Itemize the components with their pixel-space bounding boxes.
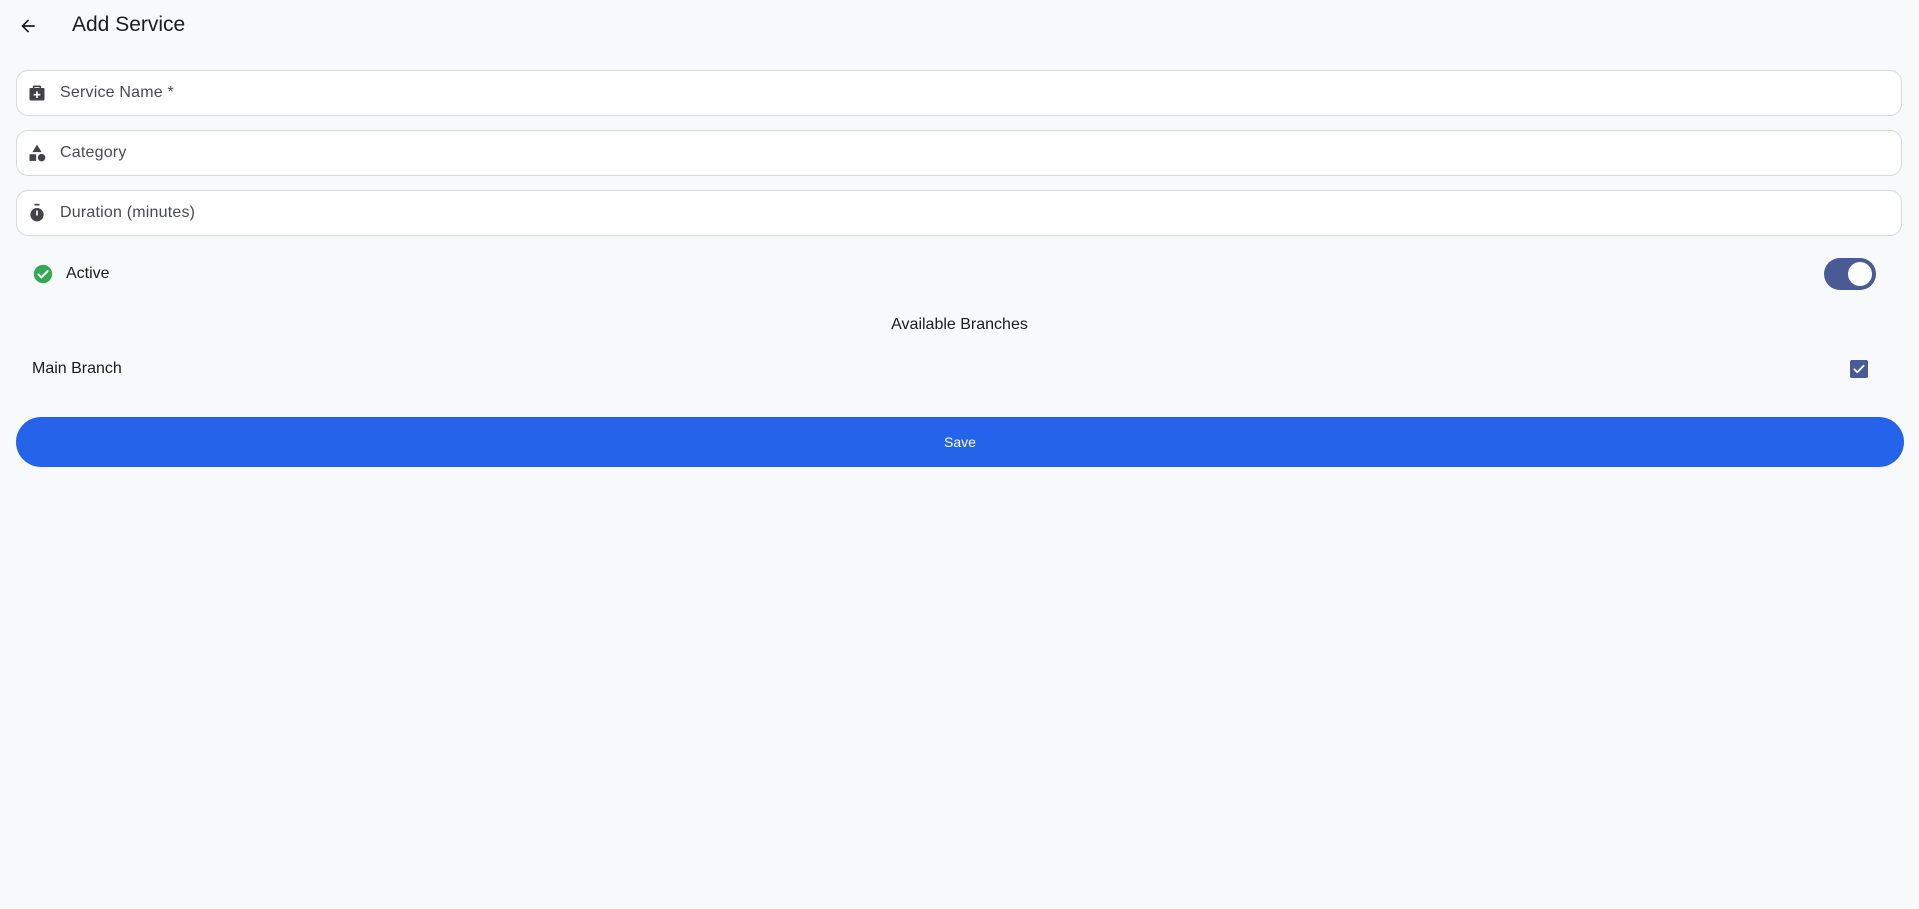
save-button[interactable]: Save bbox=[16, 417, 1904, 467]
check-circle-icon bbox=[33, 264, 53, 284]
back-button[interactable] bbox=[14, 12, 42, 40]
checkmark-icon bbox=[1853, 364, 1865, 374]
available-branches-title: Available Branches bbox=[891, 316, 1028, 333]
category-field[interactable]: Category bbox=[16, 130, 1902, 176]
duration-field[interactable]: Duration (minutes) bbox=[16, 190, 1902, 236]
app-bar: Add Service bbox=[0, 0, 1919, 52]
category-shapes-icon bbox=[26, 142, 48, 164]
active-toggle[interactable] bbox=[1824, 258, 1876, 290]
page-title: Add Service bbox=[72, 13, 186, 36]
branch-checkbox[interactable] bbox=[1850, 360, 1868, 378]
branch-label: Main Branch bbox=[32, 360, 122, 377]
medical-bag-icon bbox=[26, 82, 48, 104]
timer-icon bbox=[26, 202, 48, 224]
duration-placeholder: Duration (minutes) bbox=[60, 204, 196, 221]
active-label: Active bbox=[66, 265, 110, 282]
category-placeholder: Category bbox=[60, 144, 127, 161]
service-name-placeholder: Service Name * bbox=[60, 84, 174, 101]
arrow-back-icon bbox=[21, 19, 35, 33]
branch-row[interactable]: Main Branch bbox=[16, 350, 1902, 388]
active-row: Active bbox=[16, 252, 1902, 296]
service-name-field[interactable]: Service Name * bbox=[16, 70, 1902, 116]
toggle-knob bbox=[1848, 262, 1872, 286]
